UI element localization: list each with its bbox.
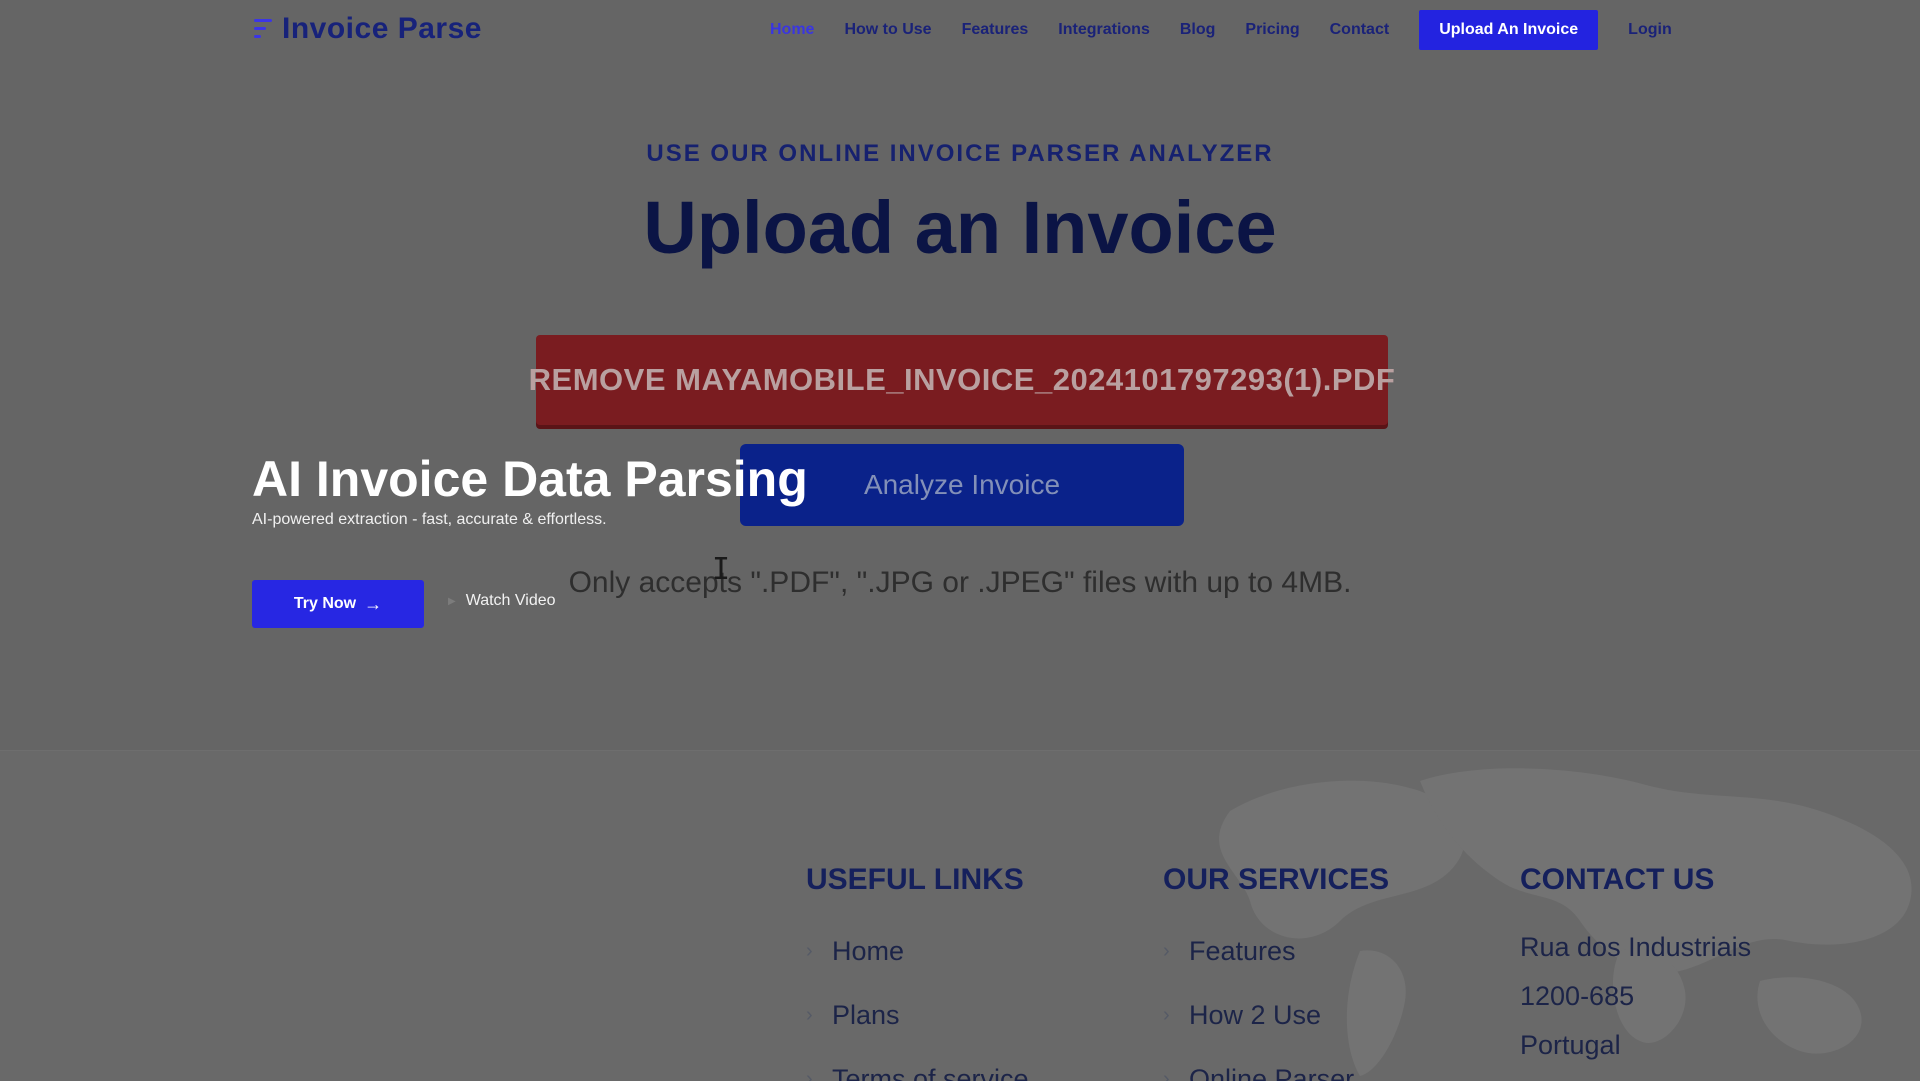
chevron-right-icon: ›	[1163, 1068, 1170, 1081]
nav-features[interactable]: Features	[962, 21, 1029, 39]
upload-title: Upload an Invoice	[643, 186, 1277, 269]
try-now-label: Try Now	[293, 595, 357, 612]
our-services-heading: OUR SERVICES	[1163, 863, 1390, 896]
nav-links: Home How to Use Features Integrations Bl…	[770, 10, 1672, 50]
chevron-right-icon: ›	[806, 940, 813, 962]
contact-us-column: CONTACT US Rua dos Industriais 1200-685 …	[1520, 863, 1751, 1070]
chevron-right-icon: ›	[806, 1068, 813, 1081]
nav-integrations[interactable]: Integrations	[1058, 21, 1150, 39]
footer-link-terms[interactable]: › Terms of service	[806, 1047, 1029, 1081]
contact-street: Rua dos Industriais	[1520, 932, 1752, 962]
top-navbar: Invoice Parse Home How to Use Features I…	[0, 0, 1920, 60]
chevron-right-icon: ›	[806, 1004, 813, 1026]
upload-overline: USE OUR ONLINE INVOICE PARSER ANALYZER	[646, 140, 1274, 167]
nav-blog[interactable]: Blog	[1180, 21, 1216, 39]
play-icon: ▶	[448, 595, 456, 607]
footer-link-features[interactable]: › Features	[1163, 919, 1389, 983]
logo-text: Invoice Parse	[282, 12, 482, 45]
arrow-right-icon: →	[364, 593, 383, 614]
logo[interactable]: Invoice Parse	[252, 12, 482, 46]
logo-icon	[252, 15, 274, 43]
nav-how-to-use[interactable]: How to Use	[844, 21, 931, 39]
footer-link-home[interactable]: › Home	[806, 919, 1029, 983]
login-link[interactable]: Login	[1628, 21, 1672, 39]
remove-file-button[interactable]: REMOVE MAYAMOBILE_INVOICE_2024101797293(…	[529, 335, 1395, 425]
try-now-button[interactable]: Try Now →	[252, 580, 424, 628]
contact-us-heading: CONTACT US	[1520, 863, 1715, 896]
chevron-right-icon: ›	[1163, 1004, 1170, 1026]
footer-link-label: Features	[1189, 936, 1296, 966]
nav-home[interactable]: Home	[770, 21, 814, 39]
footer-link-label: Home	[832, 936, 905, 966]
footer-link-label: Online Parser	[1189, 1064, 1355, 1081]
nav-pricing[interactable]: Pricing	[1245, 21, 1299, 39]
footer-link-label: Terms of service	[832, 1064, 1029, 1081]
hero-subtitle: AI-powered extraction - fast, accurate &…	[252, 511, 607, 528]
footer-link-plans[interactable]: › Plans	[806, 983, 1029, 1047]
text-cursor-icon: I	[712, 552, 731, 587]
nav-contact[interactable]: Contact	[1330, 21, 1390, 39]
chevron-right-icon: ›	[1163, 940, 1170, 962]
upload-invoice-button[interactable]: Upload An Invoice	[1419, 10, 1599, 50]
contact-postal-code: 1200-685	[1520, 981, 1635, 1011]
useful-links-heading: USEFUL LINKS	[806, 863, 1024, 896]
footer-link-online-parser[interactable]: › Online Parser	[1163, 1047, 1389, 1081]
footer: USEFUL LINKS › Home › Plans › Terms of serv…	[0, 750, 1920, 1081]
footer-link-label: Plans	[832, 1000, 900, 1030]
contact-country: Portugal	[1520, 1030, 1621, 1060]
useful-links-column: USEFUL LINKS › Home › Plans › Terms of serv…	[806, 863, 1029, 1081]
our-services-column: OUR SERVICES › Features › How 2 Use › Onlin…	[1163, 863, 1389, 1081]
footer-link-how-2-use[interactable]: › How 2 Use	[1163, 983, 1389, 1047]
watch-video-label: Watch Video	[465, 592, 556, 609]
hero-title: AI Invoice Data Parsing	[252, 451, 808, 507]
footer-link-label: How 2 Use	[1189, 1000, 1322, 1030]
watch-video-link[interactable]: ▶ Watch Video	[448, 592, 556, 610]
